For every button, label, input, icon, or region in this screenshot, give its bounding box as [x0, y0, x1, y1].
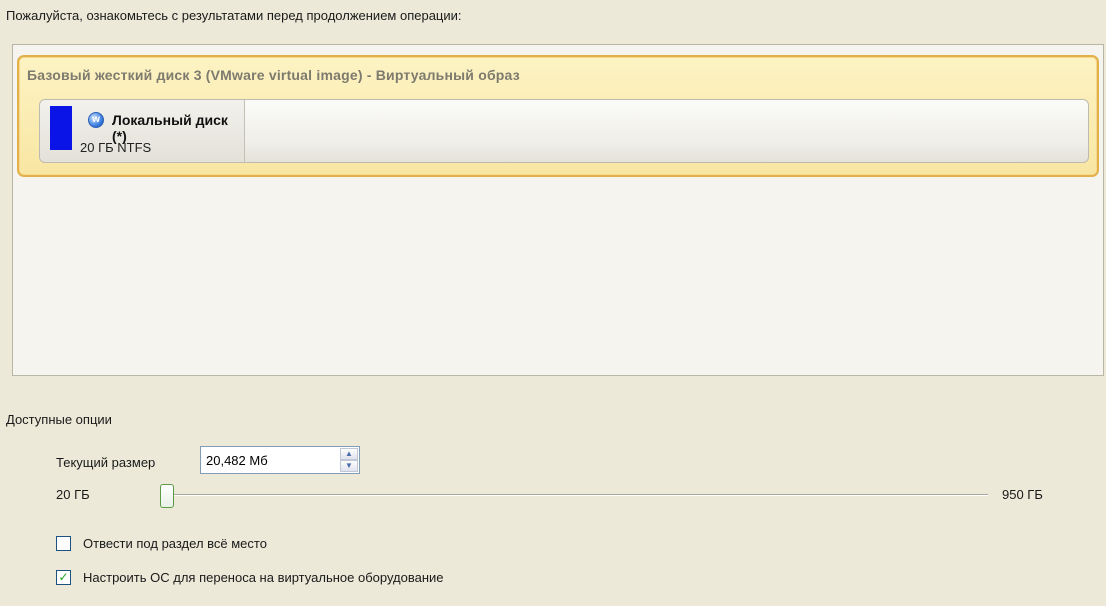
- spin-down-icon[interactable]: ▼: [340, 460, 358, 472]
- configure-os-label: Настроить ОС для переноса на виртуальное…: [83, 570, 444, 585]
- partition-color-swatch: [50, 106, 72, 150]
- size-slider-track[interactable]: [166, 494, 988, 496]
- current-size-input[interactable]: [201, 447, 337, 473]
- current-size-label: Текущий размер: [56, 455, 156, 470]
- slider-min-label: 20 ГБ: [56, 487, 90, 502]
- allocate-all-space-row[interactable]: Отвести под раздел всё место: [56, 536, 267, 551]
- results-page: Пожалуйста, ознакомьтесь с результатами …: [0, 0, 1106, 606]
- spin-buttons: ▲ ▼: [340, 448, 358, 472]
- slider-max-label: 950 ГБ: [1002, 487, 1043, 502]
- instruction-text: Пожалуйста, ознакомьтесь с результатами …: [6, 8, 462, 23]
- partition-tile[interactable]: w Локальный диск (*) 20 ГБ NTFS: [40, 100, 245, 162]
- current-size-spinbox[interactable]: ▲ ▼: [200, 446, 360, 474]
- options-label: Доступные опции: [6, 412, 112, 427]
- spin-up-icon[interactable]: ▲: [340, 448, 358, 460]
- configure-os-row[interactable]: ✓ Настроить ОС для переноса на виртуальн…: [56, 570, 444, 585]
- partition-info: 20 ГБ NTFS: [80, 140, 152, 155]
- disk-title: Базовый жесткий диск 3 (VMware virtual i…: [27, 67, 520, 83]
- partition-bar[interactable]: w Локальный диск (*) 20 ГБ NTFS: [39, 99, 1089, 163]
- allocate-all-space-label: Отвести под раздел всё место: [83, 536, 267, 551]
- disk-map-panel: Базовый жесткий диск 3 (VMware virtual i…: [12, 44, 1104, 376]
- configure-os-checkbox[interactable]: ✓: [56, 570, 71, 585]
- allocate-all-space-checkbox[interactable]: [56, 536, 71, 551]
- size-slider-thumb[interactable]: [160, 484, 174, 508]
- disk-group[interactable]: Базовый жесткий диск 3 (VMware virtual i…: [17, 55, 1099, 177]
- windows-os-icon: w: [88, 112, 104, 128]
